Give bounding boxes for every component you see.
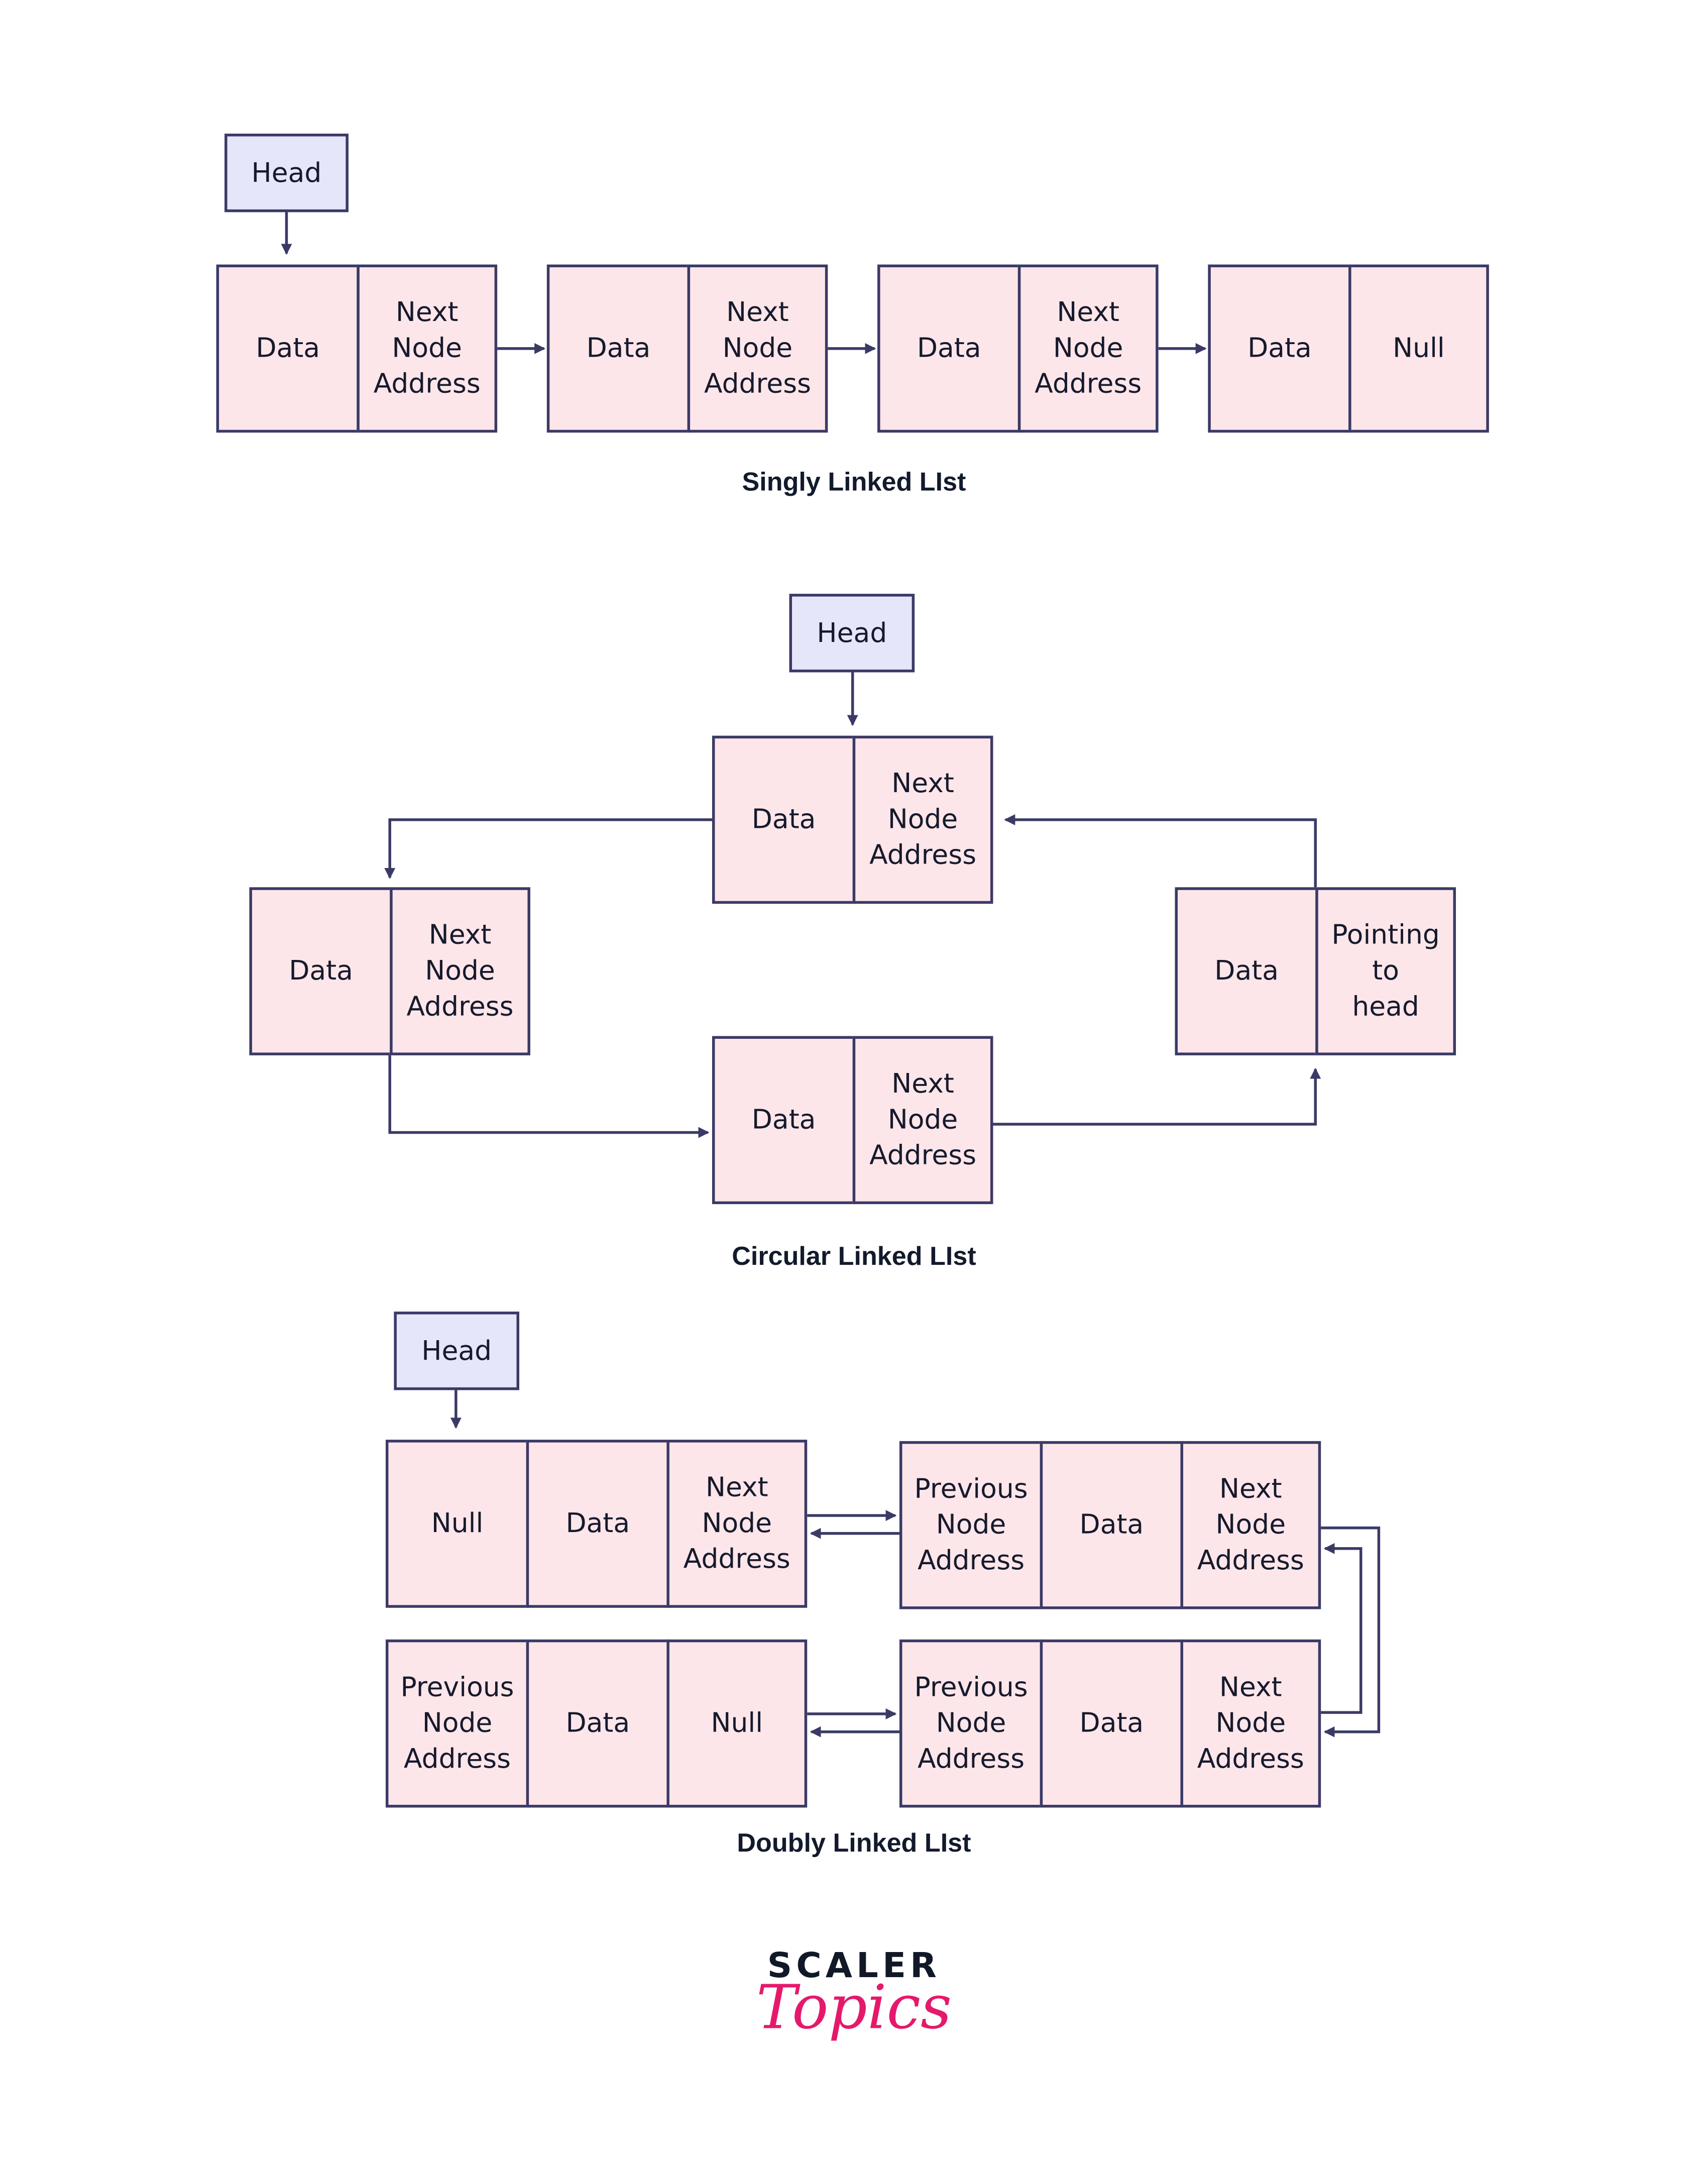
singly-head-label: Head [251,156,322,188]
circular-head-label: Head [817,616,887,648]
node-next-label: Next Node Address [1197,1472,1304,1576]
node-data-label: Data [586,332,651,364]
logo-topics: Topics [756,1973,952,2043]
node-data-label: Data [289,954,353,987]
doubly-link-2-next [1319,1526,1381,1738]
doubly-node-3-prev: Previous Node Address [899,1639,1043,1808]
circular-node-2-data: Data [249,887,393,1055]
doubly-node-4-next: Null [666,1639,808,1808]
node-next-label: Next Node Address [373,296,481,400]
node-data-label: Data [256,332,320,364]
doubly-node-3-next: Next Node Address [1180,1639,1321,1808]
doubly-node-4-data: Data [526,1639,669,1808]
singly-node-2-data: Data [546,264,691,433]
node-prev-label: Null [431,1507,484,1539]
doubly-node-2-next: Next Node Address [1180,1441,1321,1609]
node-next-label: Null [711,1707,763,1739]
node-prev-label: Previous Node Address [400,1671,514,1775]
circular-caption: Circular Linked LIst [732,1242,976,1272]
singly-caption: Singly Linked LIst [742,468,966,498]
linked-list-diagram: Head Data Next Node Address Data Next No… [0,0,1708,2163]
node-next-label: Next Node Address [869,1067,977,1171]
doubly-head-label: Head [421,1334,492,1366]
doubly-node-2-data: Data [1040,1441,1183,1609]
circular-node-3-data: Data [712,1036,856,1205]
circular-link-left-to-bottom [388,1055,710,1138]
circular-link-top-to-left [384,818,712,879]
node-next-label: Next Node Address [1197,1671,1304,1775]
circular-node-4-next: Pointing to head [1315,887,1456,1055]
doubly-node-3-data: Data [1040,1639,1183,1808]
node-data-label: Data [751,803,816,835]
node-data-label: Data [1247,332,1312,364]
node-data-label: Data [751,1103,816,1135]
circular-head-box: Head [789,594,915,673]
node-next-label: Null [1393,332,1445,364]
circular-node-3-next: Next Node Address [852,1036,993,1205]
circular-node-1-data: Data [712,735,856,904]
circular-link-bottom-to-right [993,1067,1321,1126]
node-next-label: Next Node Address [683,1471,790,1575]
doubly-node-2-prev: Previous Node Address [899,1441,1043,1609]
node-data-label: Data [565,1707,630,1739]
doubly-link-2-prev [1319,1543,1362,1714]
singly-node-1-next: Next Node Address [357,264,498,433]
singly-node-2-next: Next Node Address [687,264,828,433]
node-data-label: Data [917,332,981,364]
doubly-node-4-prev: Previous Node Address [385,1639,529,1808]
node-next-label: Next Node Address [869,767,977,871]
node-next-label: Next Node Address [1035,296,1142,400]
doubly-node-1-next: Next Node Address [666,1440,808,1608]
doubly-caption: Doubly Linked LIst [737,1829,971,1859]
singly-node-4-next: Null [1348,264,1489,433]
node-data-label: Data [1079,1508,1144,1541]
node-prev-label: Previous Node Address [914,1472,1028,1576]
singly-node-4-data: Data [1208,264,1351,433]
circular-node-1-next: Next Node Address [852,735,993,904]
node-next-label: Next Node Address [406,919,514,1023]
node-data-label: Data [565,1507,630,1539]
circular-link-right-to-head [1004,814,1317,888]
node-data-label: Data [1214,954,1279,987]
singly-node-3-next: Next Node Address [1017,264,1159,433]
doubly-node-1-prev: Null [385,1440,529,1608]
doubly-node-1-data: Data [526,1440,669,1608]
node-next-label: Next Node Address [704,296,811,400]
singly-head-box: Head [224,134,349,212]
circular-node-4-data: Data [1175,887,1318,1055]
doubly-head-box: Head [394,1312,519,1390]
singly-node-3-data: Data [877,264,1021,433]
singly-node-1-data: Data [216,264,360,433]
node-data-label: Data [1079,1707,1144,1739]
circular-node-2-next: Next Node Address [390,887,530,1055]
node-prev-label: Previous Node Address [914,1671,1028,1775]
node-next-label: Pointing to head [1331,919,1440,1023]
